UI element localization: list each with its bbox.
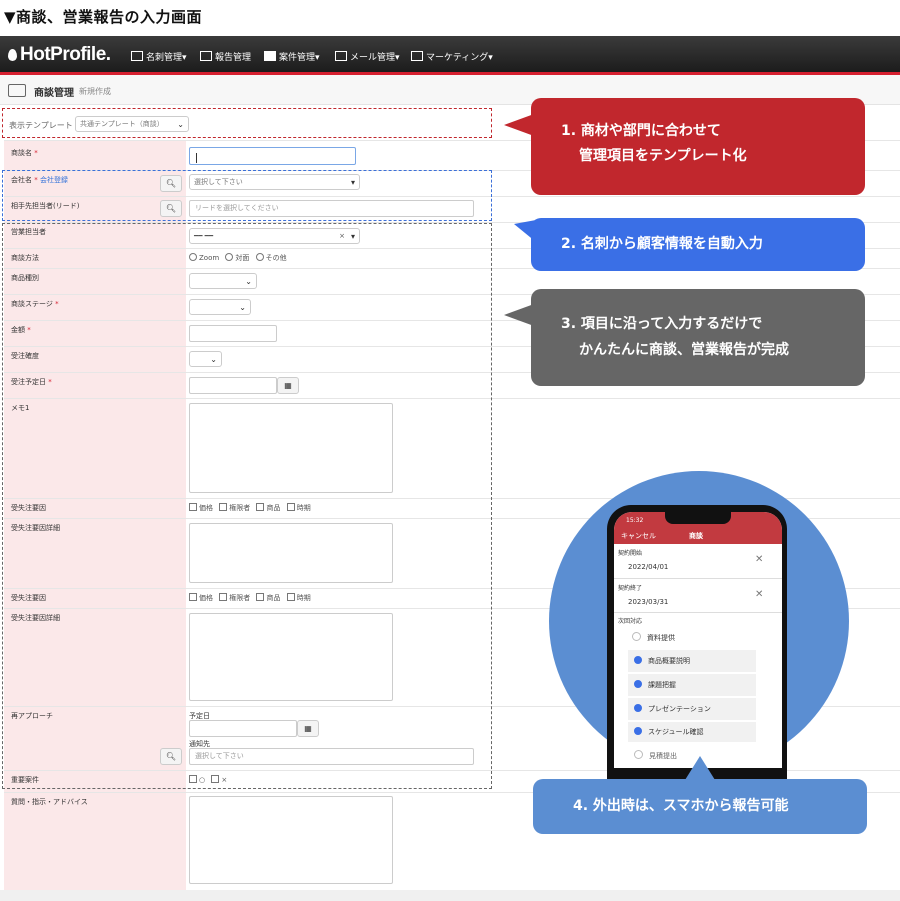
phone-time: 15:32 [626,517,644,524]
phone-next-label: 次回対応 [618,618,643,625]
phone-check-item[interactable]: 見積提出 [634,750,677,761]
page-mode: 新規作成 [79,87,111,96]
callout-pointer-gray [504,304,534,326]
nav-business-cards[interactable]: 名刺管理▾ [131,50,187,63]
empty-circle-icon [632,632,641,641]
app-logo[interactable]: HotProfile. [8,44,111,66]
phone-check-item[interactable]: スケジュール確認 [628,722,756,742]
nav-label: 案件管理▾ [279,53,320,63]
briefcase-icon [264,51,276,61]
nav-label: 名刺管理▾ [146,53,187,63]
check-circle-icon [634,704,642,712]
nav-label: マーケティング▾ [426,53,493,63]
phone-check-item[interactable]: 資料提供 [632,629,756,647]
phone-start-value[interactable]: 2022/04/01 [628,563,668,571]
callout-pointer-red [504,114,534,136]
page-heading: ▼商談、営業報告の入力画面 [4,8,203,26]
callout-auto-fill: 2. 名刺から顧客情報を自動入力 [531,218,865,271]
callout-easy-report: 3. 項目に沿って入力するだけで かんたんに商談、営業報告が完成 [531,289,865,386]
advice-label: 質問・指示・アドバイス [11,798,88,806]
page-footer-strip [0,890,900,901]
close-icon[interactable]: ✕ [755,554,763,565]
deal-name-input[interactable] [189,147,356,165]
callout-smartphone: 4. 外出時は、スマホから報告可能 [533,779,867,834]
page-title: 商談管理 [34,88,74,99]
megaphone-icon [411,51,423,61]
phone-notch [665,512,731,524]
nav-label: 報告管理 [215,53,252,63]
logo-text: HotProfile. [20,44,111,65]
fields-highlight-box [2,223,492,789]
nav-mail[interactable]: メール管理▾ [335,50,400,63]
phone-title: 商談 [689,532,703,540]
phone-end-value[interactable]: 2023/03/31 [628,598,668,606]
customer-highlight-box [2,170,492,221]
nav-marketing[interactable]: マーケティング▾ [411,50,493,63]
mail-icon [335,51,347,61]
advice-textarea[interactable] [189,796,393,884]
report-icon [200,51,212,61]
close-icon[interactable]: ✕ [755,589,763,600]
money-icon [8,84,26,97]
flame-icon [8,49,17,61]
card-icon [131,51,143,61]
phone-cancel-button[interactable]: キャンセル [621,531,656,541]
deal-name-label: 商談名 * [11,149,38,157]
callout-template: 1. 商材や部門に合わせて 管理項目をテンプレート化 [531,98,865,195]
check-circle-icon [634,680,642,688]
phone-start-label: 契約開始 [618,550,643,557]
template-highlight-box [2,108,492,138]
phone-end-label: 契約終了 [618,585,643,592]
check-circle-icon [634,727,642,735]
nav-reports[interactable]: 報告管理 [200,50,251,63]
nav-deals[interactable]: 案件管理▾ [264,50,320,63]
empty-circle-icon [634,750,643,759]
check-circle-icon [634,656,642,664]
phone-check-item[interactable]: 課題把握 [628,674,756,696]
nav-label: メール管理▾ [350,53,400,63]
phone-check-item[interactable]: 商品概要説明 [628,650,756,672]
phone-check-item[interactable]: プレゼンテーション [628,698,756,720]
